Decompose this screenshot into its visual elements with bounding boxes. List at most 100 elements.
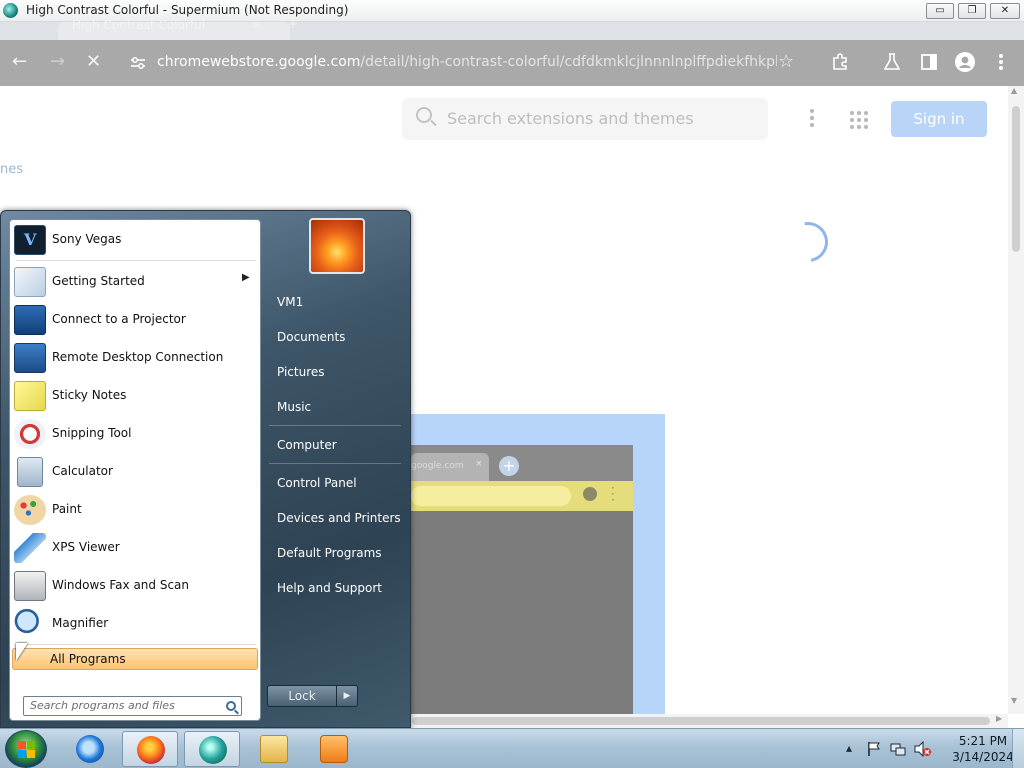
lock-button[interactable]: Lock — [267, 685, 337, 707]
forward-icon[interactable]: → — [50, 52, 65, 72]
windows-logo-icon — [18, 741, 36, 759]
scroll-right-icon[interactable]: ▶ — [996, 714, 1002, 723]
taskbar-media-player[interactable] — [306, 731, 362, 767]
clock-date: 3/14/2024 — [952, 750, 1014, 764]
pinned-fax-scan[interactable]: Windows Fax and Scan — [12, 568, 258, 604]
stop-icon[interactable]: ✕ — [86, 52, 101, 72]
restore-button[interactable]: ❐ — [958, 3, 986, 19]
pinned-remote-desktop[interactable]: Remote Desktop Connection — [12, 340, 258, 376]
pinned-magnifier[interactable]: Magnifier — [12, 606, 258, 642]
tab-strip: High Contrast Colorful × + — [0, 17, 1024, 40]
action-center-flag-icon[interactable] — [866, 741, 882, 757]
store-more-icon[interactable] — [806, 106, 818, 130]
site-settings-icon[interactable] — [130, 56, 146, 70]
bookmark-star-icon[interactable]: ☆ — [778, 52, 794, 72]
store-search-placeholder: Search extensions and themes — [447, 109, 694, 128]
getting-started-icon — [14, 267, 46, 297]
pinned-sony-vegas[interactable]: V Sony Vegas — [12, 222, 258, 258]
address-bar[interactable]: chromewebstore.google.com/detail/high-co… — [118, 46, 818, 80]
start-button[interactable] — [5, 730, 47, 768]
sticky-notes-icon — [14, 381, 46, 411]
pinned-label: Calculator — [52, 464, 113, 478]
start-link-music[interactable]: Music — [267, 390, 407, 422]
pinned-xps-viewer[interactable]: XPS Viewer — [12, 530, 258, 566]
network-icon[interactable] — [890, 741, 906, 757]
start-link-pictures[interactable]: Pictures — [267, 355, 407, 387]
extensions-icon[interactable] — [831, 53, 849, 71]
profile-avatar-icon[interactable] — [955, 52, 975, 72]
pinned-label: Paint — [52, 502, 82, 516]
preview-menu-icon: · · · — [611, 481, 615, 507]
pinned-connect-projector[interactable]: Connect to a Projector — [12, 302, 258, 338]
start-link-control-panel[interactable]: Control Panel — [267, 466, 407, 498]
calculator-icon — [17, 457, 43, 487]
mouse-cursor — [16, 643, 28, 661]
url-text: chromewebstore.google.com/detail/high-co… — [157, 54, 777, 70]
start-menu-programs-pane: V Sony Vegas Getting Started ▶ Connect t… — [9, 219, 261, 721]
all-programs-button[interactable]: All Programs — [12, 648, 258, 670]
preview-toolbar: · · · — [411, 481, 633, 511]
window-title: High Contrast Colorful - Supermium (Not … — [26, 3, 349, 17]
pinned-label: Windows Fax and Scan — [52, 578, 190, 592]
pinned-label: Snipping Tool — [52, 426, 132, 440]
minimize-button[interactable]: ▭ — [926, 3, 954, 19]
start-link-devices-printers[interactable]: Devices and Printers — [267, 501, 407, 533]
back-icon[interactable]: ← — [12, 52, 27, 72]
projector-icon — [14, 305, 46, 335]
preview-new-tab-icon: + — [499, 456, 519, 476]
scroll-up-icon[interactable]: ▲ — [1011, 86, 1017, 95]
new-tab-button[interactable]: + — [288, 17, 298, 31]
firefox-icon — [137, 736, 165, 764]
start-search-input[interactable]: Search programs and files — [23, 696, 242, 716]
taskbar-internet-explorer[interactable] — [62, 731, 118, 767]
start-link-default-programs[interactable]: Default Programs — [267, 536, 407, 568]
pinned-calculator[interactable]: Calculator — [12, 454, 258, 490]
browser-menu-icon[interactable] — [998, 52, 1004, 72]
start-link-help-support[interactable]: Help and Support — [267, 571, 407, 603]
power-options-arrow-icon[interactable]: ▶ — [336, 685, 358, 707]
taskbar-firefox[interactable] — [122, 731, 178, 767]
taskbar-windows-explorer[interactable] — [246, 731, 302, 767]
paint-icon — [14, 495, 46, 525]
store-search-input[interactable]: Search extensions and themes — [402, 98, 768, 140]
horizontal-scroll-thumb[interactable] — [412, 717, 990, 725]
preview-tab-label: google.com — [411, 461, 464, 471]
tab-close-icon[interactable]: × — [252, 18, 261, 31]
all-programs-separator — [16, 644, 256, 645]
browser-toolbar: ← → ✕ chromewebstore.google.com/detail/h… — [0, 40, 1024, 86]
pinned-snipping-tool[interactable]: Snipping Tool — [12, 416, 258, 452]
sign-in-button[interactable]: Sign in — [891, 101, 987, 137]
pinned-paint[interactable]: Paint — [12, 492, 258, 528]
pinned-getting-started[interactable]: Getting Started ▶ — [12, 264, 258, 300]
themes-nav-fragment[interactable]: nes — [0, 162, 23, 177]
scroll-down-icon[interactable]: ▼ — [1011, 696, 1017, 705]
start-links-separator — [269, 425, 401, 426]
fax-scan-icon — [14, 571, 46, 601]
pinned-sticky-notes[interactable]: Sticky Notes — [12, 378, 258, 414]
close-button[interactable]: ✕ — [990, 3, 1020, 19]
system-clock[interactable]: 5:21 PM 3/14/2024 — [946, 733, 1020, 765]
start-search-icon[interactable] — [226, 701, 236, 711]
volume-muted-icon[interactable] — [914, 741, 932, 757]
user-picture-avatar[interactable] — [309, 218, 365, 274]
taskbar-supermium[interactable] — [184, 731, 240, 767]
start-link-vm1[interactable]: VM1 — [267, 285, 407, 317]
supermium-app-icon — [3, 3, 18, 18]
start-link-computer[interactable]: Computer — [267, 428, 407, 460]
start-link-documents[interactable]: Documents — [267, 320, 407, 352]
show-desktop-button[interactable] — [1012, 729, 1024, 768]
google-apps-icon[interactable] — [850, 111, 868, 129]
preview-browser-window: google.com × + · · · — [411, 445, 633, 714]
vertical-scrollbar[interactable]: ▲ ▼ — [1008, 86, 1024, 714]
vertical-scroll-thumb[interactable] — [1012, 106, 1020, 252]
start-search-placeholder: Search programs and files — [30, 699, 175, 712]
loading-spinner — [780, 214, 836, 270]
url-host: chromewebstore.google.com — [157, 54, 361, 70]
windows-explorer-icon — [260, 735, 288, 763]
show-hidden-icons-button[interactable]: ▴ — [846, 741, 852, 755]
pinned-label: Magnifier — [52, 616, 109, 630]
side-panel-icon[interactable] — [921, 54, 937, 70]
preview-tab-close-icon: × — [475, 459, 483, 469]
labs-flask-icon[interactable] — [884, 53, 900, 71]
submenu-arrow-icon[interactable]: ▶ — [242, 272, 250, 283]
